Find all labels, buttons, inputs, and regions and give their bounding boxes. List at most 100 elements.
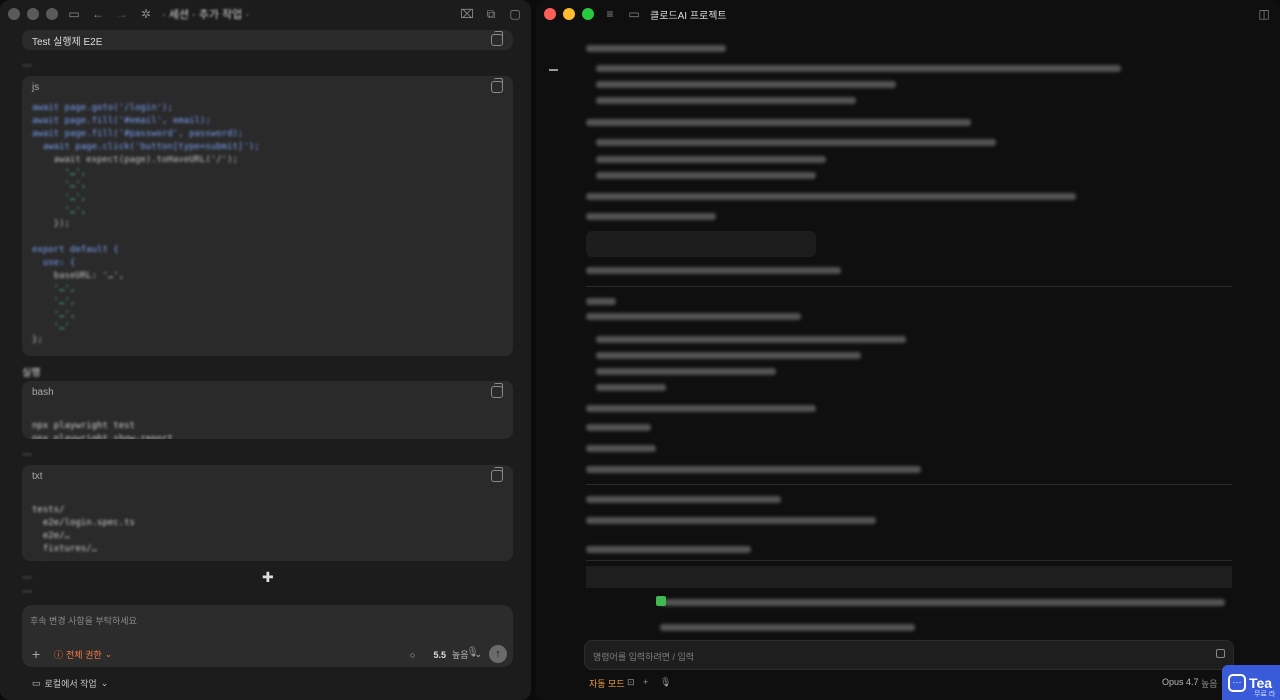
copy-icon[interactable] xyxy=(491,383,503,398)
text-line xyxy=(596,352,861,359)
text-line xyxy=(596,156,826,163)
divider xyxy=(586,560,1232,561)
monitor-icon: ▭ xyxy=(32,678,41,688)
text-line xyxy=(586,496,781,503)
composer-input[interactable]: 후속 변경 사항을 부탁하세요 xyxy=(30,614,137,627)
mic-icon[interactable]: 🎙 xyxy=(466,647,479,658)
code-block: js await page.goto('/login'); await page.… xyxy=(22,76,513,356)
forward-icon[interactable]: → xyxy=(114,6,130,22)
code-block: bash npx playwright test npx playwright s… xyxy=(22,381,513,439)
code-line: npx playwright test xyxy=(32,420,135,431)
duplicate-icon[interactable]: ⧉ xyxy=(483,6,499,22)
shield-icon[interactable]: ⊡ xyxy=(627,677,635,688)
file-card-label: Test 실행제 E2E xyxy=(32,36,103,48)
divider xyxy=(586,286,1232,287)
text-line xyxy=(586,267,841,274)
inline-code-box xyxy=(586,231,816,257)
code-line: '…', xyxy=(32,283,76,294)
code-line: await expect(page).toHaveURL('/'); xyxy=(32,154,238,165)
chevron-down-icon: ⌄ xyxy=(100,678,109,688)
code-line: use: { xyxy=(32,257,76,268)
copy-icon[interactable] xyxy=(491,78,503,93)
chevron-down-icon: ⌄ xyxy=(104,649,113,659)
model-effort: 높음 xyxy=(1201,679,1218,689)
text-line xyxy=(596,336,906,343)
copy-icon[interactable] xyxy=(491,31,503,46)
reasoning-icon: ○ xyxy=(410,649,416,660)
text-line xyxy=(586,119,971,126)
code-content: tests/ e2e/login.spec.ts e2e/… fixtures/… xyxy=(22,487,513,561)
turn-marker xyxy=(549,69,558,71)
permission-label: 전체 권한 xyxy=(66,650,102,660)
code-line: npx playwright show-report xyxy=(32,433,173,439)
code-line: await page.fill('#email', email); xyxy=(32,115,211,126)
panel-icon[interactable]: ▢ xyxy=(507,6,523,22)
text-line xyxy=(586,45,726,52)
text-line xyxy=(586,517,876,524)
terminal-icon[interactable]: ⌧ xyxy=(459,6,475,22)
send-button[interactable]: ↑ xyxy=(489,645,507,663)
zoom-button[interactable] xyxy=(582,8,594,20)
model-name[interactable]: Opus 4.7 xyxy=(1162,677,1199,687)
check-icon xyxy=(656,596,666,606)
desktop: ▭ ← → ✲ · 세션 · 추가 작업 · ⌧ ⧉ ▢ Test 실행제 E2… xyxy=(0,0,1280,700)
code-line: e2e/login.spec.ts xyxy=(32,517,135,528)
text-line xyxy=(660,599,1225,606)
code-line: }); xyxy=(32,219,70,230)
text-line xyxy=(586,193,1076,200)
text-line xyxy=(586,424,651,431)
back-icon[interactable]: ← xyxy=(90,6,106,22)
teams-sub: 무료 라이 xyxy=(1254,691,1276,698)
right-composer: 명령어를 입력하려면 / 입력 xyxy=(584,640,1234,670)
copy-icon[interactable] xyxy=(491,467,503,482)
warning-icon: ⓘ xyxy=(54,650,64,660)
text-line xyxy=(596,81,896,88)
code-line: '…', xyxy=(32,193,87,204)
run-heading: 실행 xyxy=(22,368,41,379)
code-line: export default { xyxy=(32,244,119,255)
mic-icon[interactable]: 🎙 xyxy=(660,677,671,688)
permission-dropdown[interactable]: ⓘ 전체 권한 ⌄ xyxy=(54,648,112,661)
breadcrumb[interactable]: 클로드AI 프로젝트 xyxy=(650,7,727,22)
teams-badge[interactable]: ⋯ Tea 무료 라이 xyxy=(1222,665,1280,700)
close-button[interactable] xyxy=(8,8,20,20)
panel-icon[interactable]: ◫ xyxy=(1256,6,1272,22)
text-line xyxy=(596,139,996,146)
mode-label[interactable]: 자동 모드 xyxy=(589,677,625,690)
code-line: await page.click('button[type=submit]'); xyxy=(32,141,260,152)
code-line: }; xyxy=(32,335,43,346)
code-line: '…' xyxy=(32,322,70,333)
app-icon: ✲ xyxy=(140,7,152,21)
zoom-button[interactable] xyxy=(46,8,58,20)
code-line: '…', xyxy=(32,206,87,217)
window-controls xyxy=(8,8,58,20)
chat-icon: ⋯ xyxy=(1228,673,1246,692)
minimize-button[interactable] xyxy=(563,8,575,20)
divider xyxy=(586,484,1232,485)
local-label: 로컬에서 작업 xyxy=(44,679,97,689)
text-line xyxy=(660,624,915,631)
text-line xyxy=(596,172,816,179)
add-icon[interactable]: + xyxy=(643,677,648,687)
local-work-dropdown[interactable]: ▭ 로컬에서 작업 ⌄ xyxy=(32,677,108,690)
code-block: txt tests/ e2e/login.spec.ts e2e/… fixtu… xyxy=(22,465,513,561)
code-line: '…', xyxy=(32,296,76,307)
right-composer-input[interactable]: 명령어를 입력하려면 / 입력 xyxy=(593,650,694,663)
add-attachment-icon[interactable]: + xyxy=(32,646,40,662)
window-controls xyxy=(544,8,594,20)
folder-icon: ▭ xyxy=(628,7,640,21)
text-line xyxy=(586,313,801,320)
code-content: npx playwright test npx playwright show-r… xyxy=(22,403,513,439)
expand-icon[interactable] xyxy=(1216,649,1225,658)
sidebar-icon[interactable]: ▭ xyxy=(66,6,82,22)
left-window-title: · 세션 · 추가 작업 · xyxy=(162,9,249,21)
text-line xyxy=(586,298,616,305)
intro-text: … xyxy=(22,58,32,69)
minimize-button[interactable] xyxy=(27,8,39,20)
menu-icon[interactable]: ≡ xyxy=(602,6,618,22)
text-line xyxy=(586,405,816,412)
close-button[interactable] xyxy=(544,8,556,20)
